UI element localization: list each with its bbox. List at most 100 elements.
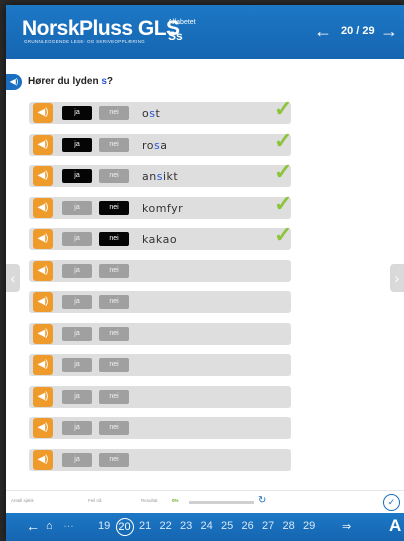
speaker-icon[interactable]: ◀): [33, 386, 53, 407]
logo-subtitle: GRUNNLEGGENDE LESE- OG SKRIVEOPPLÆRING: [24, 39, 145, 44]
ellipsis: …: [63, 518, 74, 530]
nei-button[interactable]: nei: [99, 137, 129, 152]
answer-word: kakao: [142, 233, 177, 246]
ja-button[interactable]: ja: [62, 295, 92, 309]
exercise-row: ◀) ja nei: [29, 259, 291, 282]
result-value: 0%: [172, 498, 179, 503]
page-number[interactable]: 22: [160, 520, 172, 532]
side-next-icon[interactable]: ›: [390, 264, 404, 292]
ja-button[interactable]: ja: [62, 389, 92, 404]
page-number[interactable]: 27: [262, 520, 274, 532]
font-size-button[interactable]: A: [389, 516, 401, 536]
question-prefix: Hører du lyden: [28, 76, 102, 87]
logo: NorskPluss GLS: [22, 17, 180, 40]
speaker-icon[interactable]: ◀): [33, 355, 53, 375]
nei-button[interactable]: nei: [99, 295, 129, 309]
speaker-icon[interactable]: ◀): [33, 260, 53, 281]
ja-button[interactable]: ja: [62, 200, 92, 215]
answer-word: rosa: [142, 139, 168, 152]
speaker-icon[interactable]: ◀): [33, 197, 53, 218]
page-number[interactable]: 19: [98, 520, 110, 532]
bottom-nav: ← ⌂ … 19 20 21 22 23 24 25 26 27 28 29 ⇒ A: [6, 513, 404, 541]
home-icon[interactable]: ⌂: [46, 520, 53, 532]
exercise-row: ◀) ja nei: [29, 448, 291, 471]
speaker-icon[interactable]: ◀): [33, 134, 53, 155]
app-frame: NorskPluss GLS GRUNNLEGGENDE LESE- OG SK…: [6, 5, 404, 541]
arrow-right-icon[interactable]: →: [380, 21, 398, 42]
word-pre: ro: [142, 138, 155, 152]
errors-label: Feil nå: [88, 498, 102, 503]
page-number[interactable]: 25: [221, 520, 233, 532]
nei-button[interactable]: nei: [99, 452, 129, 467]
nei-button[interactable]: nei: [99, 169, 129, 183]
reset-icon[interactable]: ↻: [258, 495, 266, 506]
attempts-label: Antall sjekk: [11, 498, 34, 503]
nei-button[interactable]: nei: [99, 326, 129, 341]
exercise-row: ◀) ja nei: [29, 291, 291, 313]
ja-button[interactable]: ja: [62, 326, 92, 341]
letter-title: Ss: [168, 29, 183, 43]
speaker-icon[interactable]: ◀): [33, 323, 53, 344]
check-answers-icon[interactable]: ✓: [383, 494, 400, 511]
exercise-row: ◀) ja nei: [29, 385, 291, 408]
ja-button[interactable]: ja: [62, 232, 92, 246]
answer-word: ansikt: [142, 170, 178, 183]
speaker-icon[interactable]: ◀): [33, 418, 53, 438]
nei-button[interactable]: nei: [99, 358, 129, 372]
nei-button[interactable]: nei: [99, 263, 129, 278]
ja-button[interactable]: ja: [62, 358, 92, 372]
question-bar: ◀) Hører du lyden s?: [6, 71, 404, 93]
word-post: a: [160, 138, 168, 152]
exercise-row: ◀) ja nei rosa: [29, 133, 291, 156]
ja-button[interactable]: ja: [62, 137, 92, 152]
status-footer: Antall sjekk Feil nå Resultat 0% ↻ ✓: [6, 490, 404, 513]
correct-check-icon: ✓: [274, 127, 293, 153]
speaker-icon[interactable]: ◀): [33, 166, 53, 186]
page-number[interactable]: 23: [180, 520, 192, 532]
page-counter: 20 / 29: [341, 25, 375, 37]
side-prev-icon[interactable]: ‹: [6, 264, 20, 292]
correct-check-icon: ✓: [274, 222, 293, 247]
speaker-icon[interactable]: ◀): [33, 103, 53, 123]
nei-button[interactable]: nei: [99, 232, 129, 246]
answer-word: komfyr: [142, 202, 183, 215]
nei-button[interactable]: nei: [99, 200, 129, 215]
exercise-row: ◀) ja nei ost: [29, 102, 291, 124]
speaker-icon[interactable]: ◀): [33, 449, 53, 470]
speaker-icon[interactable]: ◀): [33, 229, 53, 249]
exercise-row: ◀) ja nei: [29, 322, 291, 345]
word-post: ikt: [162, 170, 179, 183]
page-number[interactable]: 29: [303, 520, 315, 532]
nei-button[interactable]: nei: [99, 106, 129, 120]
question-audio-icon[interactable]: ◀): [6, 74, 22, 90]
page-number[interactable]: 20: [115, 518, 134, 536]
correct-check-icon: ✓: [274, 190, 293, 216]
exercise-row: ◀) ja nei kakao: [29, 228, 291, 250]
page-number[interactable]: 28: [283, 520, 295, 532]
ja-button[interactable]: ja: [62, 421, 92, 435]
exercise-row: ◀) ja nei: [29, 417, 291, 439]
back-arrow-icon[interactable]: ←: [26, 518, 40, 534]
nei-button[interactable]: nei: [99, 389, 129, 404]
ja-button[interactable]: ja: [62, 106, 92, 120]
section-title: Alfabetet: [168, 19, 196, 26]
word-pre: an: [142, 170, 157, 183]
header: NorskPluss GLS GRUNNLEGGENDE LESE- OG SK…: [6, 5, 404, 59]
correct-check-icon: ✓: [274, 159, 293, 184]
exercise-row: ◀) ja nei komfyr: [29, 196, 291, 219]
ja-button[interactable]: ja: [62, 452, 92, 467]
page-number[interactable]: 24: [201, 520, 213, 532]
word-post: t: [155, 107, 161, 120]
arrow-left-icon[interactable]: ←: [314, 21, 332, 42]
page-number[interactable]: 26: [242, 520, 254, 532]
page-number[interactable]: 21: [139, 520, 151, 532]
ja-button[interactable]: ja: [62, 263, 92, 278]
result-label: Resultat: [141, 498, 158, 503]
exercise-row: ◀) ja nei: [29, 354, 291, 376]
correct-check-icon: ✓: [274, 96, 293, 121]
nei-button[interactable]: nei: [99, 421, 129, 435]
word-pre: kakao: [142, 233, 178, 246]
next-arrow-icon[interactable]: ⇒: [342, 520, 351, 533]
ja-button[interactable]: ja: [62, 169, 92, 183]
speaker-icon[interactable]: ◀): [33, 292, 53, 312]
